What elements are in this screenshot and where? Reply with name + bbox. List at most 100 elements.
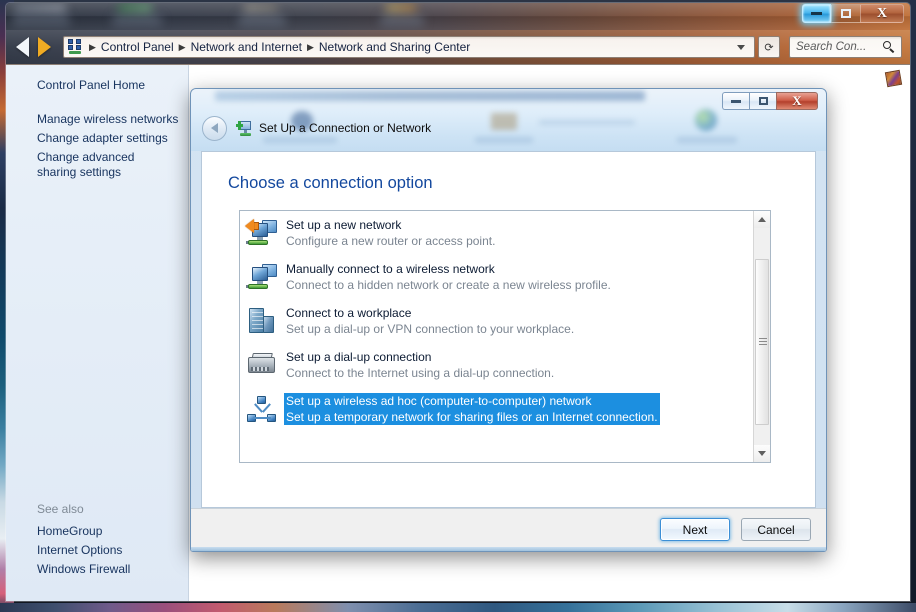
wireless-network-icon: [246, 261, 278, 293]
breadcrumb-separator-icon: ▶: [306, 41, 314, 52]
list-item-set-up-a-new-network[interactable]: Set up a new network Configure a new rou…: [240, 211, 754, 255]
search-input-placeholder: Search Con...: [796, 41, 867, 53]
breadcrumb-item-network-and-internet[interactable]: Network and Internet: [188, 40, 305, 54]
blurred-desktop-icon: [386, 3, 416, 14]
blurred-label: [677, 137, 737, 143]
option-title: Set up a new network: [286, 218, 402, 232]
breadcrumb-item-control-panel[interactable]: Control Panel: [98, 40, 177, 54]
dialog-close-button[interactable]: X: [776, 92, 818, 110]
blurred-label: [475, 137, 533, 143]
see-also-heading: See also: [37, 502, 84, 516]
sidebar-item-control-panel-home[interactable]: Control Panel Home: [6, 65, 188, 95]
set-up-connection-dialog: X Set Up a Connection or Network Choose …: [190, 88, 827, 552]
wallpaper-bottom-strip: [0, 603, 916, 612]
sidebar-item-internet-options[interactable]: Internet Options: [6, 541, 189, 560]
cancel-button[interactable]: Cancel: [741, 518, 811, 541]
address-toolbar: ▶ Control Panel ▶ Network and Internet ▶…: [6, 30, 910, 64]
next-button[interactable]: Next: [660, 518, 730, 541]
dialog-window-controls: X: [722, 92, 818, 110]
list-item-set-up-a-dial-up-connection[interactable]: Set up a dial-up connection Connect to t…: [240, 343, 754, 387]
workplace-server-icon: [246, 305, 278, 337]
minimize-icon: [731, 99, 741, 103]
option-title: Set up a wireless ad hoc (computer-to-co…: [286, 394, 592, 408]
sidebar-item-change-advanced-sharing-settings[interactable]: Change advanced sharing settings: [6, 148, 188, 182]
blurred-desktop-icon: [118, 3, 152, 14]
dialog-bottom-edge: [191, 547, 826, 551]
list-item-set-up-a-wireless-ad-hoc-network[interactable]: Set up a wireless ad hoc (computer-to-co…: [240, 387, 754, 431]
search-icon: [882, 40, 896, 54]
scroll-down-icon: [758, 451, 766, 456]
new-network-icon: [245, 217, 278, 249]
breadcrumb-item-network-and-sharing-center[interactable]: Network and Sharing Center: [316, 40, 473, 54]
network-add-icon: [236, 120, 253, 137]
dialog-back-button[interactable]: [202, 115, 227, 141]
scrollbar-thumb[interactable]: [755, 259, 769, 425]
option-description: Connect to a hidden network or create a …: [286, 278, 611, 292]
option-description: Set up a temporary network for sharing f…: [286, 410, 658, 424]
sidebar-item-manage-wireless-networks[interactable]: Manage wireless networks: [6, 110, 188, 129]
refresh-button[interactable]: ⟳: [758, 36, 780, 58]
dialog-maximize-button[interactable]: [749, 92, 776, 110]
blurred-page-heading: [215, 91, 645, 101]
search-input[interactable]: Search Con...: [789, 36, 902, 58]
option-rows: Set up a new network Configure a new rou…: [240, 211, 754, 431]
see-also-section: See also HomeGroup Internet Options Wind…: [6, 502, 189, 579]
dialog-title: Set Up a Connection or Network: [259, 121, 432, 135]
scroll-up-button[interactable]: [754, 211, 770, 228]
dialog-heading: Choose a connection option: [228, 174, 433, 192]
blurred-network-icon: [491, 113, 517, 130]
adhoc-network-icon: [246, 393, 278, 425]
blurred-desktop-icon: [14, 4, 66, 13]
sidebar-task-list: Manage wireless networks Change adapter …: [6, 110, 188, 182]
breadcrumb-separator-icon: ▶: [89, 41, 96, 52]
minimize-button[interactable]: [802, 4, 831, 23]
maximize-button[interactable]: [831, 4, 860, 23]
sidebar-item-change-adapter-settings[interactable]: Change adapter settings: [6, 129, 188, 148]
close-button[interactable]: X: [860, 4, 904, 23]
close-icon: X: [876, 5, 888, 21]
sidebar-item-windows-firewall[interactable]: Windows Firewall: [6, 560, 189, 579]
maximize-icon: [841, 9, 851, 18]
scroll-grip-icon: [759, 338, 767, 346]
blurred-line: [539, 120, 635, 125]
dialog-titlebar: X Set Up a Connection or Network: [191, 89, 826, 151]
window-titlebar: X: [6, 3, 910, 30]
dialog-minimize-button[interactable]: [722, 92, 749, 110]
dialog-body: Choose a connection option Set up a new …: [201, 151, 816, 508]
list-scrollbar[interactable]: [753, 211, 770, 462]
minimize-icon: [811, 12, 822, 15]
blurred-desktop-label: [112, 15, 162, 26]
chevron-down-icon[interactable]: [737, 44, 745, 50]
option-title: Set up a dial-up connection: [286, 350, 432, 364]
dialog-footer-buttons: Next Cancel: [660, 518, 811, 541]
list-item-connect-to-a-workplace[interactable]: Connect to a workplace Set up a dial-up …: [240, 299, 754, 343]
refresh-icon: ⟳: [764, 41, 774, 54]
blurred-desktop-label: [12, 15, 70, 26]
dialog-footer: Next Cancel: [191, 508, 826, 551]
sidebar-item-homegroup[interactable]: HomeGroup: [6, 522, 189, 541]
help-flag-icon[interactable]: [884, 69, 903, 88]
close-icon: X: [792, 93, 802, 108]
scroll-down-button[interactable]: [754, 445, 770, 462]
maximize-icon: [758, 97, 768, 105]
blurred-internet-globe-icon: [695, 109, 717, 131]
option-description: Set up a dial-up or VPN connection to yo…: [286, 322, 575, 336]
option-title: Manually connect to a wireless network: [286, 262, 495, 276]
window-controls: X: [802, 4, 904, 23]
forward-button[interactable]: [38, 37, 51, 57]
option-description: Configure a new router or access point.: [286, 234, 496, 248]
back-button[interactable]: [16, 37, 29, 57]
breadcrumb[interactable]: ▶ Control Panel ▶ Network and Internet ▶…: [63, 36, 755, 58]
connection-option-list[interactable]: Set up a new network Configure a new rou…: [239, 210, 771, 463]
dialup-modem-icon: [246, 349, 278, 381]
back-arrow-icon: [211, 123, 218, 133]
control-panel-network-icon: [68, 39, 84, 55]
dialog-nav-row: Set Up a Connection or Network: [191, 111, 431, 145]
blurred-desktop-label: [238, 15, 286, 26]
option-description: Connect to the Internet using a dial-up …: [286, 366, 555, 380]
blurred-desktop-icon: [244, 3, 278, 14]
sidebar: Control Panel Home Manage wireless netwo…: [6, 65, 189, 601]
list-item-manually-connect-to-a-wireless-network[interactable]: Manually connect to a wireless network C…: [240, 255, 754, 299]
breadcrumb-separator-icon: ▶: [178, 41, 186, 52]
blurred-desktop-label: [380, 15, 424, 26]
